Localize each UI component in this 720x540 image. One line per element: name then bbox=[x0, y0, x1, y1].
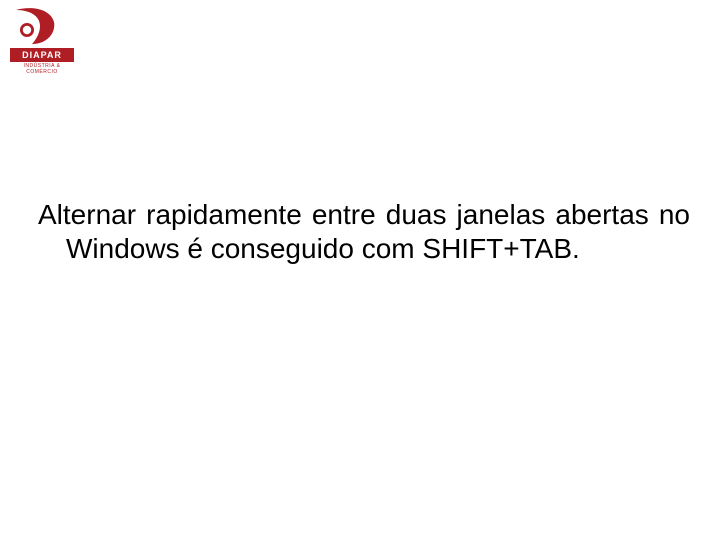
logo-wordmark: DIAPAR bbox=[10, 48, 74, 62]
slide-body-text: Alternar rapidamente entre duas janelas … bbox=[38, 198, 690, 266]
logo-mark-icon bbox=[10, 6, 58, 46]
logo-tagline: INDÚSTRIA & COMÉRCIO bbox=[10, 63, 74, 75]
brand-logo: DIAPAR INDÚSTRIA & COMÉRCIO bbox=[10, 6, 74, 75]
